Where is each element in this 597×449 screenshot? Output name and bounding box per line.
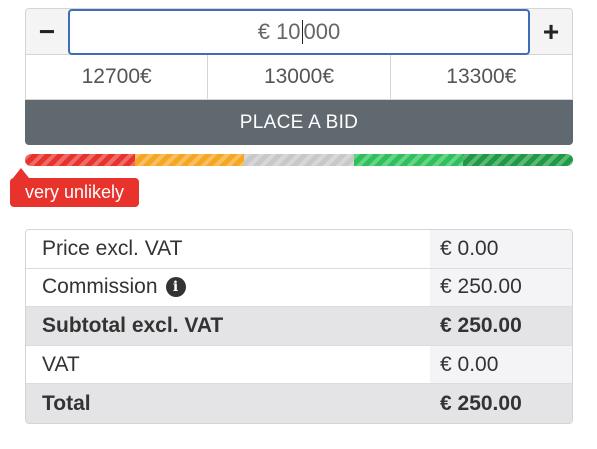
summary-value: € 0.00 (430, 345, 572, 384)
bid-amount-value-end: 000 (303, 19, 341, 44)
bid-panel: − € 10 000 + 12700€ 13000€ 13300€ PLACE A… (25, 8, 573, 145)
summary-label: VAT (26, 345, 430, 384)
summary-value: € 250.00 (430, 384, 572, 423)
meter-segment-dark-green (463, 154, 573, 166)
summary-value: € 250.00 (430, 307, 572, 345)
text-caret (301, 20, 303, 44)
summary-label: Price excl. VAT (26, 230, 430, 268)
meter-segment-orange (134, 154, 245, 166)
bid-amount-value-start: € 10 (257, 19, 301, 44)
meter-segment-gray (244, 154, 354, 166)
quick-bid-option[interactable]: 12700€ (26, 55, 209, 99)
info-icon[interactable]: i (165, 277, 186, 298)
place-bid-button[interactable]: PLACE A BID (25, 100, 573, 145)
summary-row-commission: Commission i € 250.00 (26, 268, 572, 308)
price-summary-table: Price excl. VAT € 0.00 Commission i € 25… (25, 229, 573, 424)
bid-amount-input[interactable]: € 10 000 (68, 9, 530, 55)
quick-bid-option[interactable]: 13000€ (208, 55, 391, 99)
summary-value: € 0.00 (430, 230, 572, 268)
likelihood-meter (25, 154, 573, 166)
bid-stepper: − € 10 000 + (25, 8, 573, 55)
summary-row-price: Price excl. VAT € 0.00 (26, 230, 572, 269)
summary-label: Total (26, 384, 430, 423)
increment-button[interactable]: + (530, 9, 572, 54)
summary-row-subtotal: Subtotal excl. VAT € 250.00 (26, 307, 572, 346)
summary-row-total: Total € 250.00 (26, 384, 572, 423)
quick-bid-options: 12700€ 13000€ 13300€ (25, 54, 573, 100)
decrement-button[interactable]: − (26, 9, 68, 54)
summary-value: € 250.00 (430, 268, 572, 307)
summary-label-commission: Commission i (26, 268, 430, 307)
summary-row-vat: VAT € 0.00 (26, 345, 572, 385)
meter-segment-green (353, 154, 464, 166)
quick-bid-option[interactable]: 13300€ (390, 55, 572, 99)
meter-segment-red (25, 154, 135, 166)
likelihood-tooltip: very unlikely (10, 178, 140, 207)
tooltip-arrow (13, 168, 29, 178)
summary-label: Commission (42, 275, 158, 299)
summary-label: Subtotal excl. VAT (26, 307, 430, 345)
